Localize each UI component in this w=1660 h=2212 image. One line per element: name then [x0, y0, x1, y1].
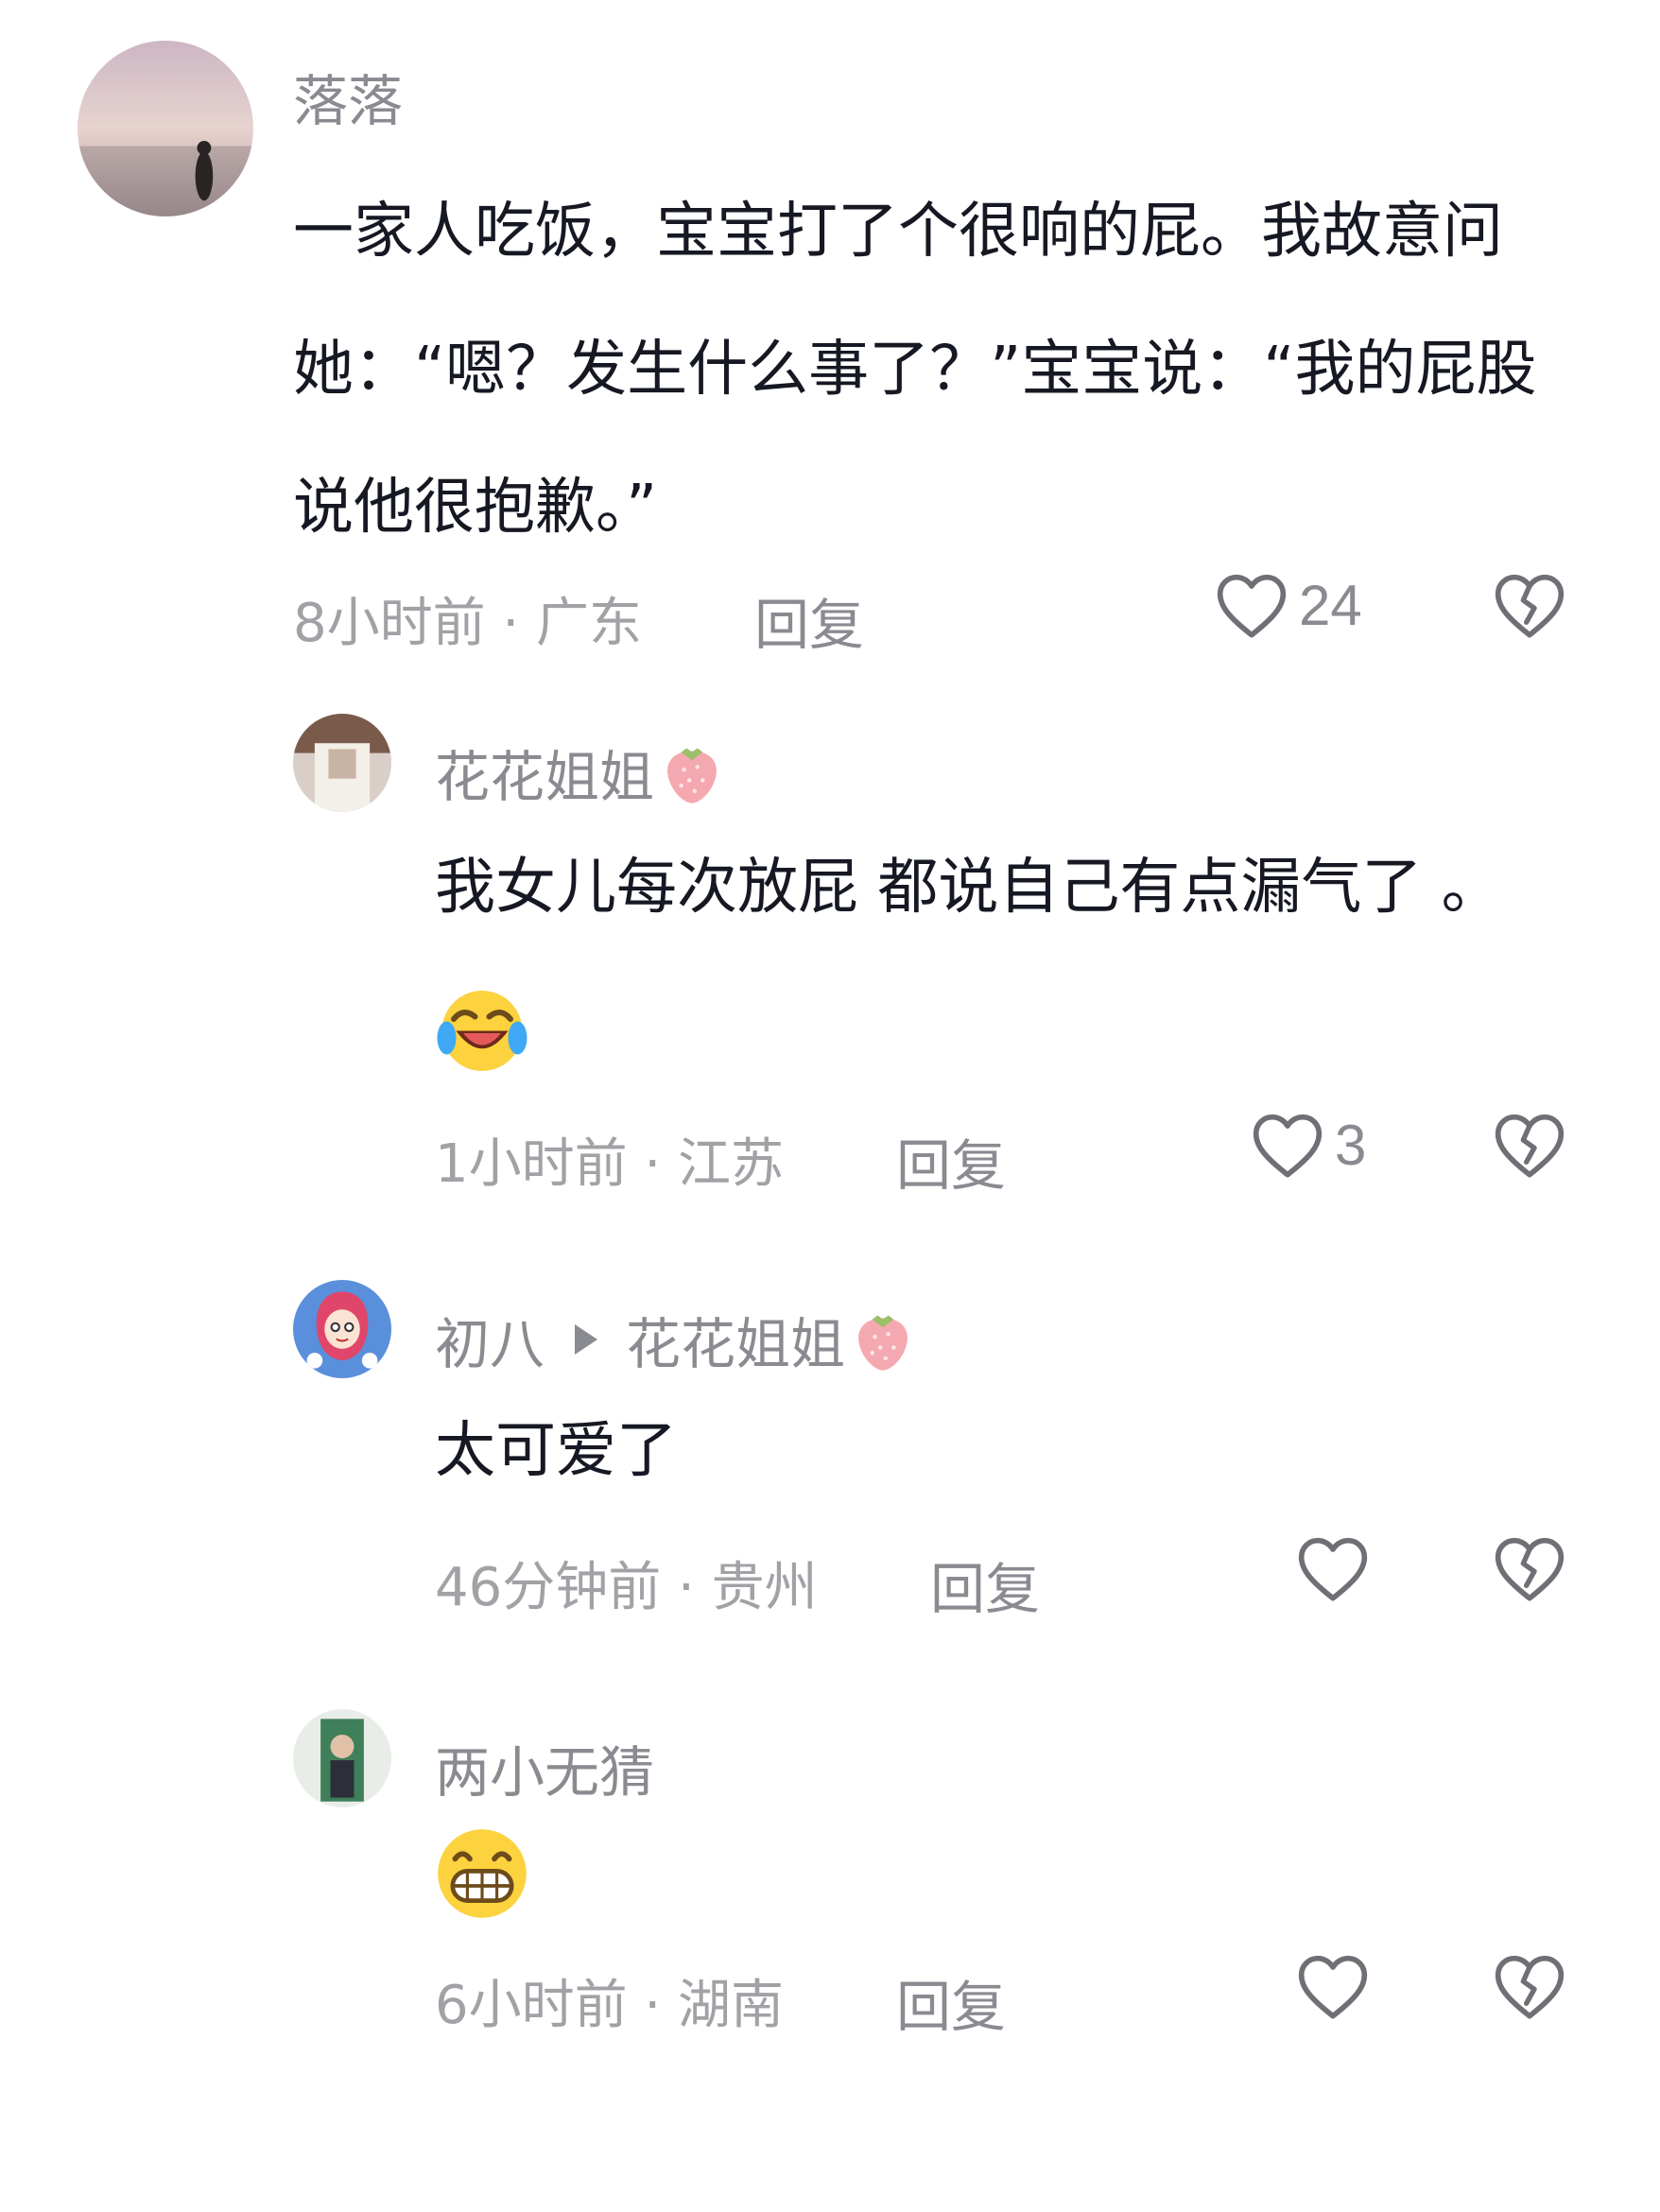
comment-time-location: 6小时前 · 湖南	[435, 1975, 785, 2036]
broken-heart-icon	[1495, 1537, 1565, 1601]
username[interactable]: 两小无猜	[435, 1728, 654, 1807]
username[interactable]: 初八 花花姐姐	[435, 1300, 915, 1379]
like-count: 3	[1335, 1113, 1367, 1177]
heart-icon	[1298, 1537, 1368, 1601]
username[interactable]: 落落	[293, 57, 403, 136]
heart-icon	[1253, 1114, 1323, 1178]
comment-item: 落落 一家人吃饭，宝宝打了个很响的屁。我故意问她：“嗯？发生什么事了？”宝宝说：…	[0, 0, 1660, 662]
reply-item: 初八 花花姐姐 太可爱了 46分钟前 · 贵州 回复	[0, 1229, 1660, 1654]
heart-icon	[1298, 1955, 1368, 2019]
reply-button[interactable]: 回复	[896, 1962, 1006, 2042]
strawberry-icon	[858, 1315, 908, 1371]
comment-text: 我女儿每次放屁 都说自己有点漏气了 。	[435, 819, 1550, 1095]
reply-item: 花花姐姐 我女儿每次放屁 都说自己有点漏气了 。 1小时前 · 江苏 回复 3	[0, 662, 1660, 1229]
comment-text: 一家人吃饭，宝宝打了个很响的屁。我故意问她：“嗯？发生什么事了？”宝宝说：“我的…	[293, 197, 1537, 543]
broken-heart-icon	[1495, 1114, 1565, 1178]
photo-avatar-icon	[293, 1709, 391, 1807]
laughing-tears-emoji	[437, 991, 527, 1072]
portrait-avatar-icon	[293, 714, 391, 812]
comment-time-location: 8小时前 · 广东	[293, 593, 643, 654]
broken-heart-icon	[1495, 574, 1565, 638]
reply-button[interactable]: 回复	[754, 580, 864, 660]
sunset-beach-avatar	[78, 41, 253, 216]
like-count: 24	[1299, 573, 1362, 637]
reply-button[interactable]: 回复	[930, 1545, 1040, 1624]
dislike-button[interactable]	[1492, 570, 1567, 644]
avatar[interactable]	[293, 1709, 391, 1807]
reply-to-username[interactable]: 花花姐姐	[626, 1300, 845, 1379]
comment-text	[433, 1824, 531, 1927]
dislike-button[interactable]	[1492, 1110, 1567, 1184]
avatar[interactable]	[78, 41, 253, 216]
username-label: 花花姐姐	[435, 745, 655, 809]
reply-arrow-icon	[575, 1324, 598, 1355]
like-button[interactable]	[1295, 1951, 1371, 2021]
cartoon-girl-avatar-icon	[293, 1280, 391, 1378]
heart-icon	[1217, 574, 1287, 638]
avatar[interactable]	[293, 1280, 391, 1378]
username[interactable]: 花花姐姐	[435, 733, 724, 812]
dislike-button[interactable]	[1492, 1951, 1567, 2025]
comment-text-body: 我女儿每次放屁 都说自己有点漏气了 。	[435, 853, 1502, 923]
comment-time-location: 1小时前 · 江苏	[435, 1133, 785, 1195]
strawberry-icon	[667, 748, 717, 804]
dislike-button[interactable]	[1492, 1533, 1567, 1607]
grinning-emoji	[438, 1829, 527, 1918]
avatar[interactable]	[293, 714, 391, 812]
like-button[interactable]	[1295, 1533, 1371, 1603]
reply-button[interactable]: 回复	[896, 1121, 1006, 1201]
comment-time-location: 46分钟前 · 贵州	[435, 1557, 818, 1618]
username-label: 初八	[435, 1312, 545, 1376]
reply-item: 两小无猜 6小时前 · 湖南 回复	[0, 1654, 1660, 2212]
broken-heart-icon	[1495, 1955, 1565, 2019]
comment-text: 太可爱了	[435, 1416, 677, 1486]
like-button[interactable]: 3	[1250, 1110, 1366, 1180]
like-button[interactable]: 24	[1214, 570, 1362, 640]
